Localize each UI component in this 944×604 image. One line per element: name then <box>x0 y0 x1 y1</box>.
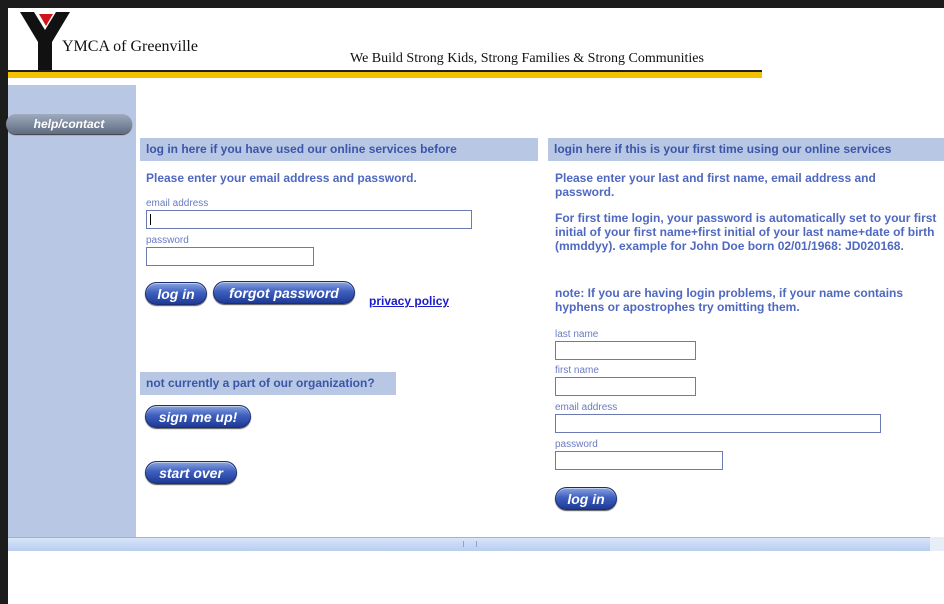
first-time-email-label: email address <box>555 402 618 413</box>
horizontal-scrollbar[interactable] <box>8 537 930 551</box>
privacy-policy-link[interactable]: privacy policy <box>369 294 449 308</box>
password-format-note: For first time login, your password is a… <box>555 211 937 253</box>
login-instructions: Please enter your email address and pass… <box>146 171 417 185</box>
password-field[interactable] <box>146 247 314 266</box>
first-time-password-label: password <box>555 439 598 450</box>
first-time-section-title: login here if this is your first time us… <box>548 138 944 161</box>
login-problem-note: note: If you are having login problems, … <box>555 286 904 314</box>
header-gold-rule <box>8 72 762 78</box>
signup-question: not currently a part of our organization… <box>140 372 396 395</box>
sign-up-button[interactable]: sign me up! <box>145 405 251 428</box>
window-frame-top <box>0 0 944 8</box>
window-frame-left <box>0 0 8 604</box>
email-label: email address <box>146 198 209 209</box>
tagline: We Build Strong Kids, Strong Families & … <box>350 51 704 66</box>
first-name-field[interactable] <box>555 377 696 396</box>
sidebar <box>8 85 136 537</box>
email-field[interactable] <box>146 210 472 229</box>
login-button[interactable]: log in <box>145 282 207 305</box>
first-time-login-button[interactable]: log in <box>555 487 617 510</box>
site-header: YMCA of Greenville We Build Strong Kids,… <box>8 8 944 86</box>
password-label: password <box>146 235 189 246</box>
first-time-email-field[interactable] <box>555 414 881 433</box>
first-time-password-field[interactable] <box>555 451 723 470</box>
org-name: YMCA of Greenville <box>62 38 198 55</box>
help-contact-button[interactable]: help/contact <box>6 114 132 134</box>
last-name-field[interactable] <box>555 341 696 360</box>
scrollbar-grip-icon[interactable] <box>463 541 477 547</box>
first-time-instructions: Please enter your last and first name, e… <box>555 171 876 199</box>
forgot-password-button[interactable]: forgot password <box>213 281 355 304</box>
text-caret <box>150 214 151 225</box>
last-name-label: last name <box>555 329 599 340</box>
login-section-title: log in here if you have used our online … <box>140 138 538 161</box>
start-over-button[interactable]: start over <box>145 461 237 484</box>
scrollbar-corner <box>930 537 944 551</box>
first-name-label: first name <box>555 365 599 376</box>
